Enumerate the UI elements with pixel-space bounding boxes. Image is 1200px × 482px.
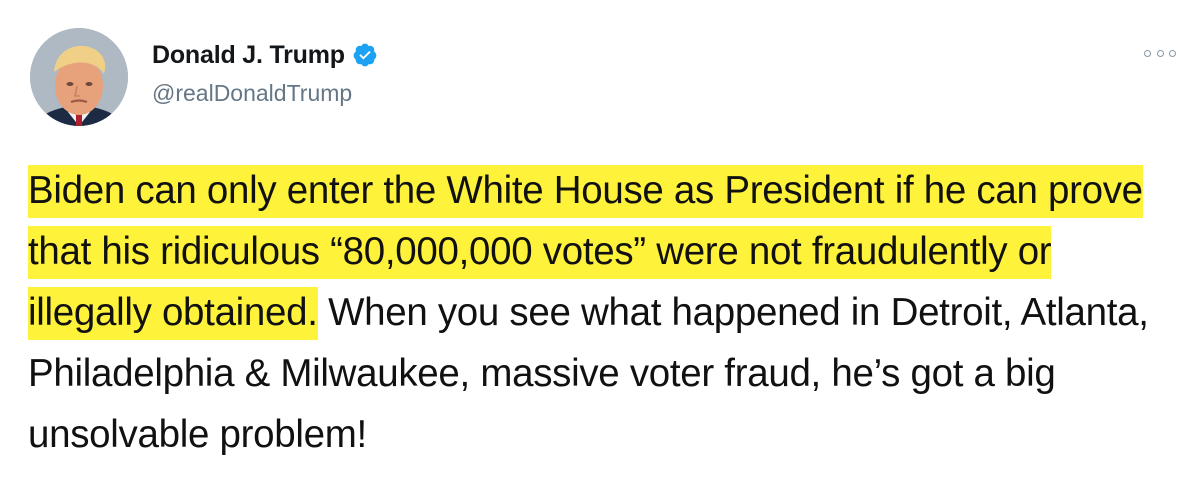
tweet-text: Biden can only enter the White House as … bbox=[28, 160, 1178, 465]
verified-badge-icon bbox=[352, 42, 378, 68]
author-name-row: Donald J. Trump bbox=[152, 38, 378, 72]
avatar-portrait-icon bbox=[30, 28, 128, 126]
more-dot bbox=[1156, 49, 1164, 57]
display-name[interactable]: Donald J. Trump bbox=[152, 41, 345, 70]
more-dot bbox=[1169, 49, 1176, 57]
more-options-icon[interactable] bbox=[1144, 46, 1176, 60]
user-handle[interactable]: @realDonaldTrump bbox=[152, 80, 352, 107]
more-dot bbox=[1144, 49, 1151, 57]
tweet-card: Donald J. Trump @realDonaldTrump Biden c… bbox=[0, 0, 1200, 482]
avatar[interactable] bbox=[30, 28, 128, 126]
